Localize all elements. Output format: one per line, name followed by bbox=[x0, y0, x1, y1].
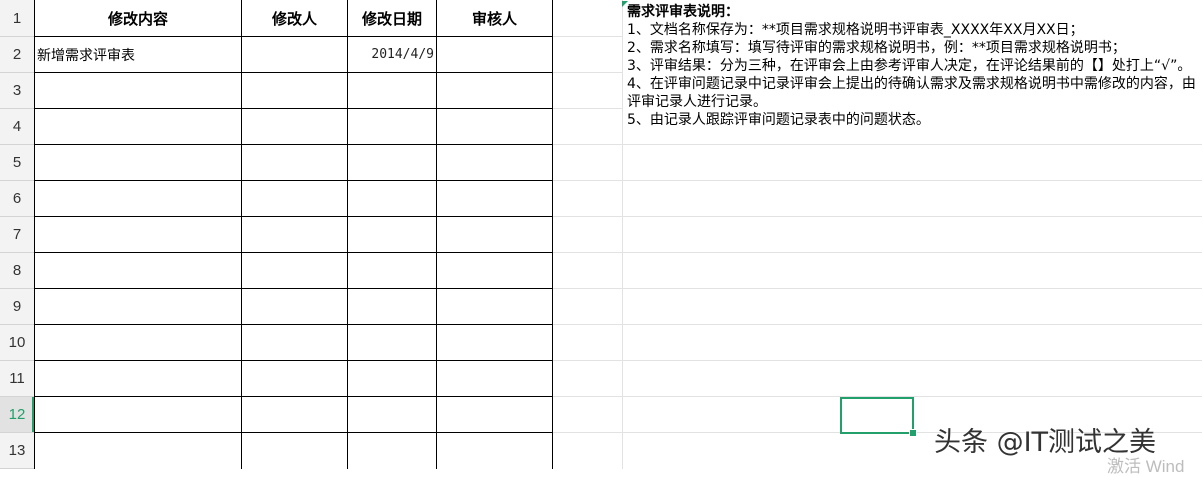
gridline bbox=[553, 252, 1202, 253]
table-border bbox=[34, 216, 553, 217]
row-header-13[interactable]: 13 bbox=[0, 433, 34, 469]
table-border bbox=[552, 0, 553, 469]
gridline bbox=[553, 36, 623, 37]
row-header-12-active[interactable]: 12 bbox=[0, 397, 34, 433]
gridline bbox=[553, 216, 1202, 217]
notes-title: 需求评审表说明： bbox=[627, 4, 739, 20]
notes-item: 3、评审结果：分为三种，在评审会上由参考评审人决定，在评论结果前的【】处打上“√… bbox=[627, 58, 1192, 74]
header-cell-reviewer[interactable]: 审核人 bbox=[437, 0, 552, 36]
header-cell-date[interactable]: 修改日期 bbox=[348, 0, 436, 36]
row-header-10[interactable]: 10 bbox=[0, 325, 34, 361]
gridline bbox=[553, 108, 623, 109]
cell-reviewer[interactable] bbox=[437, 37, 552, 72]
row-header-2[interactable]: 2 bbox=[0, 37, 34, 73]
table-border bbox=[34, 180, 553, 181]
gridline bbox=[553, 180, 1202, 181]
table-border bbox=[34, 108, 553, 109]
table-border bbox=[34, 72, 553, 73]
activate-windows-text: 激活 Wind bbox=[1107, 457, 1185, 476]
cell-modifier[interactable] bbox=[242, 37, 347, 72]
selected-cell[interactable] bbox=[840, 397, 914, 434]
header-cell-content[interactable]: 修改内容 bbox=[35, 0, 241, 36]
gridline bbox=[622, 0, 623, 469]
row-header-9[interactable]: 9 bbox=[0, 289, 34, 325]
header-cell-modifier[interactable]: 修改人 bbox=[242, 0, 347, 36]
cell-date[interactable]: 2014/4/9 bbox=[348, 37, 436, 72]
table-border bbox=[34, 396, 553, 397]
notes-item: 4、在评审问题记录中记录评审会上提出的待确认需求及需求规格说明书中需修改的内容，… bbox=[627, 76, 1196, 110]
table-border bbox=[34, 288, 553, 289]
notes-item: 1、文档名称保存为：**项目需求规格说明书评审表_XXXX年XX月XX日； bbox=[627, 22, 1084, 38]
row-header-4[interactable]: 4 bbox=[0, 109, 34, 145]
table-border bbox=[34, 324, 553, 325]
notes-cell[interactable]: 需求评审表说明： 1、文档名称保存为：**项目需求规格说明书评审表_XXXX年X… bbox=[627, 3, 1202, 129]
table-border bbox=[34, 360, 553, 361]
row-header-8[interactable]: 8 bbox=[0, 253, 34, 289]
row-header-11[interactable]: 11 bbox=[0, 361, 34, 397]
gridline bbox=[553, 72, 623, 73]
gridline bbox=[553, 324, 1202, 325]
row-headers: 1 2 3 4 5 6 7 8 9 10 11 12 13 bbox=[0, 0, 34, 469]
fill-handle[interactable] bbox=[909, 429, 917, 437]
notes-item: 5、由记录人跟踪评审问题记录表中的问题状态。 bbox=[627, 112, 930, 128]
table-border bbox=[34, 432, 553, 433]
notes-item: 2、需求名称填写：填写待评审的需求规格说明书，例：**项目需求规格说明书； bbox=[627, 40, 1126, 56]
row-header-3[interactable]: 3 bbox=[0, 73, 34, 109]
row-header-6[interactable]: 6 bbox=[0, 181, 34, 217]
table-border bbox=[34, 144, 553, 145]
gridline bbox=[553, 360, 1202, 361]
table-border bbox=[34, 252, 553, 253]
row-header-5[interactable]: 5 bbox=[0, 145, 34, 181]
cell-content[interactable]: 新增需求评审表 bbox=[35, 37, 241, 72]
row-header-7[interactable]: 7 bbox=[0, 217, 34, 253]
gridline bbox=[553, 144, 1202, 145]
row-header-1[interactable]: 1 bbox=[0, 1, 34, 37]
gridline bbox=[553, 288, 1202, 289]
